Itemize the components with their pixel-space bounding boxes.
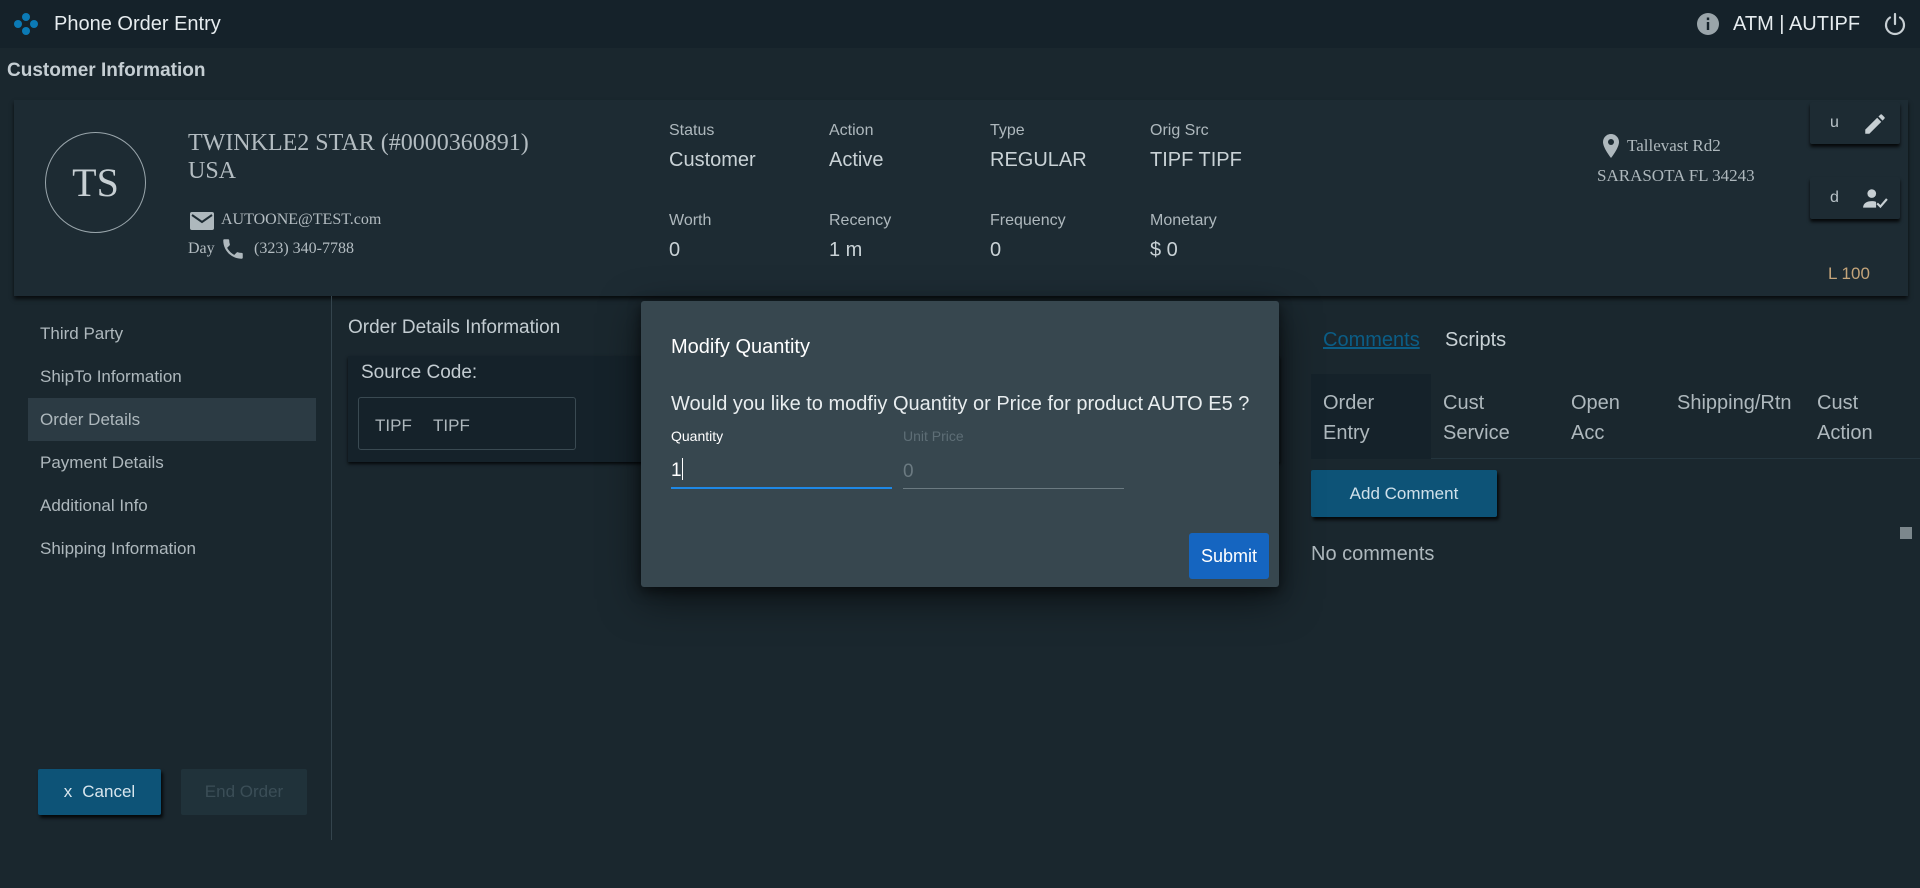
recency-value: 1 m: [829, 239, 863, 261]
subtab-cust-service[interactable]: Cust Service: [1431, 374, 1559, 459]
orig-src-label: Orig Src: [1150, 122, 1209, 139]
worth-label: Worth: [669, 212, 712, 229]
subtab-label: Order: [1323, 392, 1375, 414]
source-code-field[interactable]: TIPF TIPF: [358, 397, 576, 450]
subtab-shipping-rtn[interactable]: Shipping/Rtn: [1665, 374, 1805, 459]
monetary-label: Monetary: [1150, 212, 1217, 229]
submit-button[interactable]: Submit: [1189, 533, 1269, 579]
top-bar: Phone Order Entry ATM | AUTIPF: [0, 0, 1920, 48]
subtab-label: Entry: [1323, 422, 1370, 444]
subtab-cust-action[interactable]: Cust Action: [1805, 374, 1920, 459]
status-value: Customer: [669, 149, 756, 171]
tab-scripts[interactable]: Scripts: [1445, 329, 1506, 352]
source-code-value-2: TIPF: [433, 416, 470, 435]
location-pin-icon: [1603, 134, 1619, 158]
verify-customer-button[interactable]: d: [1810, 177, 1900, 219]
user-label: ATM | AUTIPF: [1733, 13, 1861, 35]
subtab-label: Acc: [1571, 422, 1605, 444]
section-title: Customer Information: [7, 60, 206, 81]
customer-name: TWINKLE2 STAR (#0000360891): [188, 130, 529, 156]
type-value: REGULAR: [990, 149, 1087, 171]
quantity-label: Quantity: [671, 428, 724, 444]
order-details-title: Order Details Information: [348, 317, 561, 338]
recency-label: Recency: [829, 212, 892, 229]
scroll-handle[interactable]: [1900, 527, 1912, 539]
cancel-label: Cancel: [82, 782, 136, 801]
customer-level: L 100: [1828, 264, 1870, 283]
nav-item-third-party[interactable]: Third Party: [28, 312, 316, 355]
app-logo-icon: [14, 13, 38, 35]
action-value: Active: [829, 149, 884, 171]
nav-item-order-details[interactable]: Order Details: [28, 398, 316, 441]
dialog-message: Would you like to modfiy Quantity or Pri…: [671, 393, 1250, 415]
person-check-icon: [1863, 189, 1888, 209]
subtab-label: Action: [1817, 422, 1873, 444]
customer-phone[interactable]: (323) 340-7788: [254, 240, 354, 258]
dialog-title: Modify Quantity: [671, 336, 810, 358]
subtab-label: Service: [1443, 422, 1510, 444]
edit-shortcut-label: u: [1830, 114, 1839, 131]
worth-value: 0: [669, 239, 681, 261]
edit-customer-button[interactable]: u: [1810, 102, 1900, 144]
avatar: TS: [45, 132, 146, 233]
nav-item-shipping-information[interactable]: Shipping Information: [28, 527, 316, 570]
type-label: Type: [990, 122, 1025, 139]
frequency-value: 0: [990, 239, 1002, 261]
quantity-input[interactable]: [671, 451, 892, 489]
add-comment-button[interactable]: Add Comment: [1311, 470, 1497, 517]
nav-item-additional-info[interactable]: Additional Info: [28, 484, 316, 527]
monetary-value: $ 0: [1150, 239, 1178, 261]
power-icon[interactable]: [1882, 11, 1908, 37]
mail-icon: [190, 212, 214, 230]
cancel-button[interactable]: x Cancel: [38, 769, 161, 815]
pencil-icon: [1865, 114, 1885, 134]
phone-icon: [223, 239, 243, 259]
subtab-label: Shipping/Rtn: [1677, 392, 1792, 414]
source-code-label: Source Code:: [361, 362, 478, 383]
status-label: Status: [669, 122, 715, 139]
subtab-label: Cust: [1817, 392, 1859, 414]
modify-quantity-dialog: Modify Quantity Would you like to modfiy…: [641, 301, 1279, 587]
source-code-value-1: TIPF: [375, 416, 412, 435]
frequency-label: Frequency: [990, 212, 1066, 229]
app-title: Phone Order Entry: [54, 13, 221, 35]
nav-item-shipto-information[interactable]: ShipTo Information: [28, 355, 316, 398]
subtab-order-entry[interactable]: Order Entry: [1311, 374, 1431, 459]
verify-shortcut-label: d: [1830, 189, 1839, 206]
tab-comments[interactable]: Comments: [1323, 329, 1420, 352]
phone-type-label: Day: [188, 240, 215, 257]
comment-subtabs: Order Entry Cust Service Open Acc Shippi…: [1311, 374, 1920, 459]
nav-divider: [331, 296, 332, 840]
text-caret: [682, 458, 683, 480]
unit-price-input[interactable]: [903, 451, 1124, 489]
cancel-x-icon: x: [63, 782, 73, 801]
customer-email[interactable]: AUTOONE@TEST.com: [221, 211, 381, 229]
subtab-label: Cust: [1443, 392, 1485, 414]
info-icon[interactable]: [1696, 12, 1720, 36]
customer-country: USA: [188, 158, 237, 184]
no-comments-text: No comments: [1311, 543, 1435, 565]
address-line-2: SARASOTA FL 34243: [1597, 166, 1755, 185]
subtab-open-acc[interactable]: Open Acc: [1559, 374, 1665, 459]
subtab-label: Open: [1571, 392, 1620, 414]
unit-price-label: Unit Price: [903, 428, 964, 444]
nav-item-payment-details[interactable]: Payment Details: [28, 441, 316, 484]
address-line-1: Tallevast Rd2: [1627, 136, 1721, 155]
end-order-button[interactable]: End Order: [181, 769, 307, 815]
action-label: Action: [829, 122, 874, 139]
orig-src-value: TIPF TIPF: [1150, 149, 1242, 171]
